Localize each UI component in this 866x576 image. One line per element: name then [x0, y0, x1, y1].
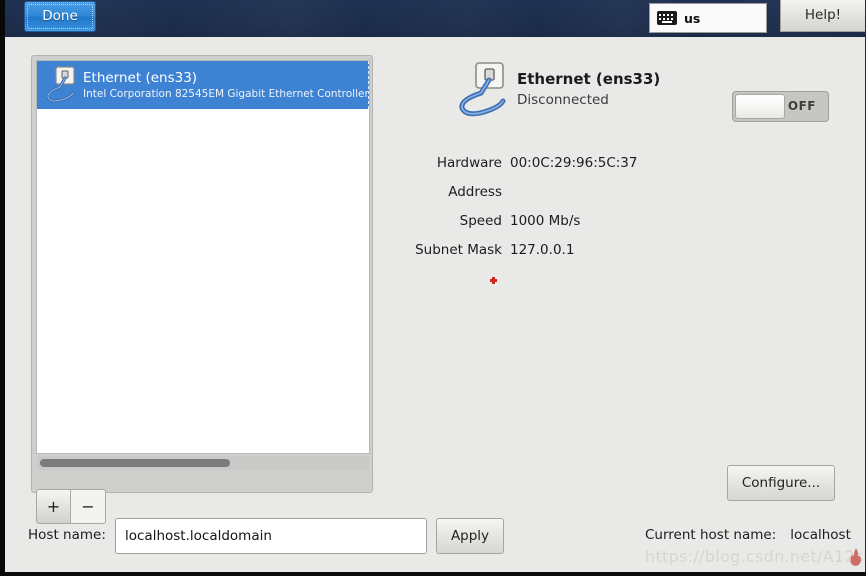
content-area: Ethernet (ens33) Intel Corporation 82545…: [5, 37, 866, 572]
toggle-handle: [735, 94, 785, 119]
help-button[interactable]: Help!: [780, 0, 866, 32]
info-value: 127.0.0.1: [510, 242, 575, 258]
list-item-subtitle: Intel Corporation 82545EM Gigabit Ethern…: [83, 87, 369, 100]
info-row-hardware-address: Hardware Address 00:0C:29:96:5C:37: [385, 149, 855, 207]
watermark-text: https://blog.csdn.net/A12sdas: [645, 547, 866, 566]
info-row-speed: Speed 1000 Mb/s: [385, 207, 855, 236]
device-status: Disconnected: [517, 92, 609, 108]
info-label: Speed: [459, 213, 502, 229]
hostname-input[interactable]: [115, 518, 427, 554]
keyboard-layout-indicator[interactable]: us: [649, 3, 767, 33]
window-frame-bottom: [0, 572, 866, 576]
hostname-label: Host name:: [28, 527, 106, 543]
window-frame-left: [0, 0, 5, 576]
apply-button[interactable]: Apply: [436, 518, 504, 554]
info-row-subnet-mask: Subnet Mask 127.0.0.1: [385, 236, 855, 265]
list-toolbar: [36, 474, 370, 490]
current-hostname-value: localhost: [790, 527, 851, 543]
info-value: 1000 Mb/s: [510, 213, 581, 229]
horizontal-scrollbar[interactable]: [37, 456, 369, 470]
scrollbar-thumb[interactable]: [40, 459, 230, 467]
toggle-state-label: OFF: [787, 99, 816, 113]
device-name: Ethernet (ens33): [517, 70, 661, 88]
list-item-text: Ethernet (ens33) Intel Corporation 82545…: [83, 70, 369, 101]
info-label: Subnet Mask: [415, 242, 502, 258]
current-hostname-label: Current host name:: [645, 527, 777, 543]
network-configuration-screen: Done us Help! Ethernet (ens33) Intel Cor…: [0, 0, 866, 576]
device-info-grid: Hardware Address 00:0C:29:96:5C:37 Speed…: [385, 149, 855, 265]
list-item-title: Ethernet (ens33): [83, 69, 198, 86]
device-power-toggle[interactable]: OFF: [732, 91, 829, 122]
keyboard-icon: [657, 11, 677, 25]
done-button[interactable]: Done: [24, 1, 96, 32]
cursor-marker: [490, 277, 497, 284]
list-item[interactable]: Ethernet (ens33) Intel Corporation 82545…: [37, 61, 369, 109]
configure-button[interactable]: Configure...: [727, 465, 835, 501]
top-bar: Done us Help!: [0, 0, 866, 37]
device-detail-panel: Ethernet (ens33) Disconnected OFF Hardwa…: [385, 55, 855, 501]
device-header-text: Ethernet (ens33) Disconnected: [517, 61, 660, 110]
ethernet-icon: [459, 62, 506, 117]
info-value: 00:0C:29:96:5C:37: [510, 155, 638, 171]
keyboard-layout-label: us: [684, 10, 701, 26]
device-header: Ethernet (ens33) Disconnected: [455, 61, 660, 119]
device-list[interactable]: Ethernet (ens33) Intel Corporation 82545…: [36, 60, 370, 454]
ethernet-icon: [46, 66, 75, 103]
device-list-panel: Ethernet (ens33) Intel Corporation 82545…: [31, 55, 373, 493]
info-label: Hardware Address: [436, 155, 502, 200]
flame-icon: [850, 548, 861, 566]
